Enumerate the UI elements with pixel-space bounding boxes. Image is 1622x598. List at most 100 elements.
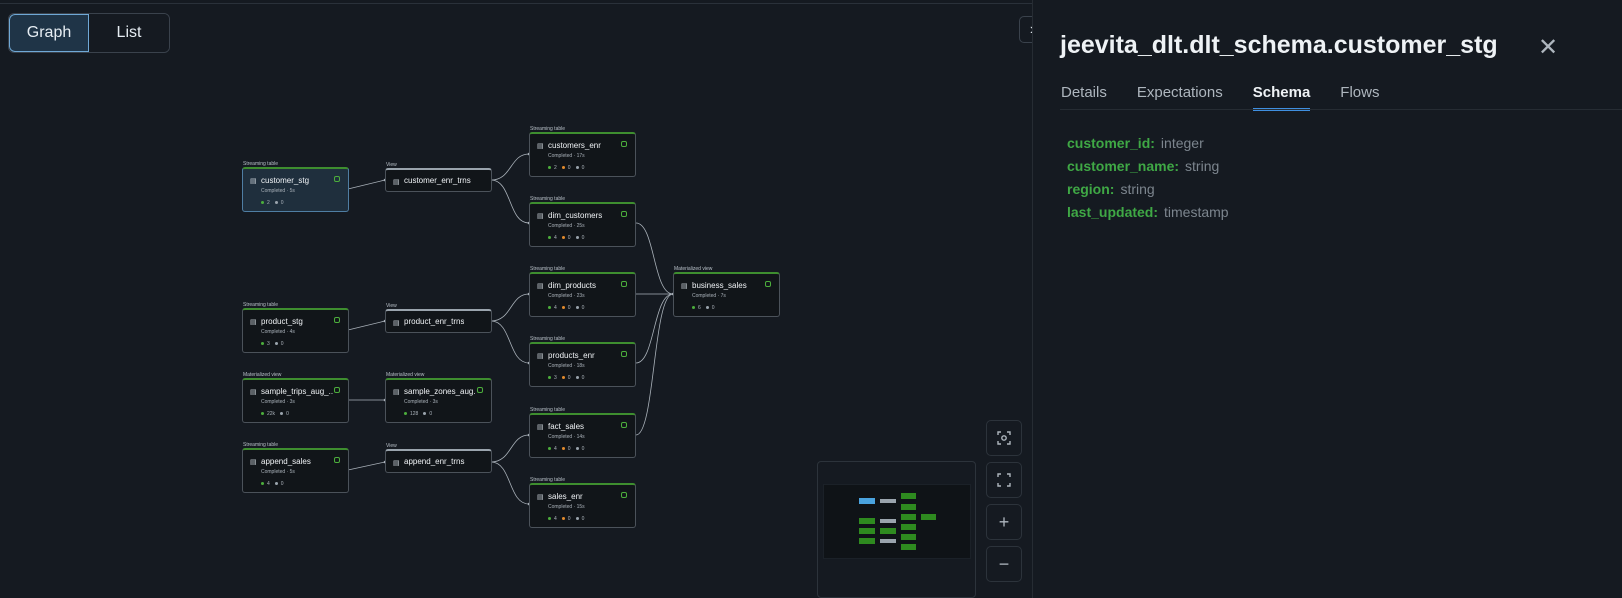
stat-dot-icon: [575, 517, 579, 521]
stat-dot-icon: [548, 376, 551, 380]
node-stat: 128: [404, 411, 418, 417]
graph-node-product_enr_trns[interactable]: View ▤ product_enr_trns: [385, 303, 492, 333]
status-check-icon: [765, 281, 771, 287]
node-stat: 0: [280, 411, 289, 417]
graph-node-customer_enr_trns[interactable]: View ▤ customer_enr_trns: [385, 162, 492, 192]
node-stat: 0: [561, 446, 571, 452]
edge: [635, 222, 674, 295]
status-check-icon: [621, 141, 627, 147]
tab-expectations[interactable]: Expectations: [1137, 84, 1223, 111]
status-check-icon: [477, 387, 483, 393]
stat-dot-icon: [261, 482, 264, 486]
graph-view-button[interactable]: Graph: [9, 14, 89, 52]
edge: [490, 434, 530, 463]
node-stat: 0: [423, 411, 432, 417]
edge: [347, 179, 386, 190]
node-status: Completed · 3s: [404, 399, 438, 405]
stat-dot-icon: [575, 447, 579, 451]
stat-value: 0: [429, 411, 433, 417]
node-name: customer_stg: [261, 176, 310, 185]
stat-value: 0: [567, 516, 571, 522]
close-panel-button[interactable]: ✕: [1538, 33, 1558, 62]
node-name: business_sales: [692, 281, 747, 290]
graph-node-dim_products[interactable]: Streaming table ▤ dim_products Completed · …: [529, 266, 636, 317]
stat-dot-icon: [692, 306, 695, 310]
table-icon: ▤: [393, 389, 400, 396]
node-stat: 0: [274, 200, 284, 206]
fit-view-icon: [997, 473, 1011, 487]
table-icon: ▤: [537, 494, 544, 501]
list-view-button[interactable]: List: [89, 14, 169, 52]
status-check-icon: [621, 281, 627, 287]
node-stat: 0: [561, 516, 571, 522]
node-name: customers_enr: [548, 141, 601, 150]
tab-flows[interactable]: Flows: [1340, 84, 1379, 111]
edge: [490, 179, 530, 224]
stat-value: 0: [711, 305, 715, 311]
fit-view-button[interactable]: [986, 462, 1022, 498]
edge: [490, 461, 530, 505]
edge: [490, 320, 530, 364]
stat-value: 4: [554, 516, 557, 522]
graph-node-fact_sales[interactable]: Streaming table ▤ fact_sales Completed · 14…: [529, 407, 636, 458]
stat-value: 3: [267, 341, 270, 347]
stat-dot-icon: [705, 306, 709, 310]
edge: [347, 320, 386, 331]
tab-schema[interactable]: Schema: [1252, 84, 1311, 111]
status-check-icon: [621, 422, 627, 428]
stat-value: 0: [280, 341, 284, 347]
node-type-label: Streaming table: [530, 407, 566, 413]
stat-value: 4: [554, 446, 557, 452]
graph-node-sales_enr[interactable]: Streaming table ▤ sales_enr Completed · 15s…: [529, 477, 636, 528]
zoom-in-button[interactable]: +: [986, 504, 1022, 540]
minimap[interactable]: [817, 461, 976, 598]
node-name: product_stg: [261, 317, 303, 326]
graph-node-products_enr[interactable]: Streaming table ▤ products_enr Completed · …: [529, 336, 636, 387]
graph-node-dim_customers[interactable]: Streaming table ▤ dim_customers Completed ·…: [529, 196, 636, 247]
stat-value: 0: [286, 411, 289, 417]
node-stats: 60: [692, 305, 715, 311]
status-check-icon: [334, 387, 340, 393]
zoom-out-button[interactable]: −: [986, 546, 1022, 582]
graph-node-append_enr_trns[interactable]: View ▤ append_enr_trns: [385, 443, 492, 473]
node-type-label: Streaming table: [530, 196, 566, 202]
table-icon: ▤: [250, 459, 257, 466]
focus-icon: [997, 431, 1011, 445]
stat-dot-icon: [561, 306, 565, 310]
status-check-icon: [621, 211, 627, 217]
stat-dot-icon: [261, 412, 264, 416]
status-check-icon: [334, 317, 340, 323]
node-stat: 4: [261, 481, 270, 487]
focus-selection-button[interactable]: [986, 420, 1022, 456]
node-name: dim_customers: [548, 211, 603, 220]
column-name: region:: [1067, 181, 1115, 197]
graph-node-customers_enr[interactable]: Streaming table ▤ customers_enr Completed ·…: [529, 126, 636, 177]
node-name: append_sales: [261, 457, 311, 466]
node-stat: 4: [548, 235, 557, 241]
table-icon: ▤: [537, 213, 544, 220]
graph-node-sample_zones_aug[interactable]: Materialized view ▤ sample_zones_aug... Com…: [385, 372, 492, 423]
stat-value: 0: [280, 200, 284, 206]
stat-value: 4: [267, 481, 270, 487]
graph-node-product_stg[interactable]: Streaming table ▤ product_stg Completed · 4…: [242, 302, 349, 353]
stat-value: 0: [581, 165, 585, 171]
graph-node-business_sales[interactable]: Materialized view ▤ business_sales Complete…: [673, 266, 780, 317]
stat-dot-icon: [548, 166, 551, 170]
stat-dot-icon: [280, 412, 284, 416]
graph-node-sample_trips_aug[interactable]: Materialized view ▤ sample_trips_aug_... Co…: [242, 372, 349, 423]
node-stat: 3: [261, 341, 270, 347]
table-icon: ▤: [393, 179, 400, 186]
tab-details[interactable]: Details: [1061, 84, 1107, 111]
graph-node-customer_stg[interactable]: Streaming table ▤ customer_stg Completed · …: [242, 161, 349, 212]
node-stat: 2: [261, 200, 270, 206]
node-type-label: Streaming table: [243, 302, 279, 308]
node-type-label: Materialized view: [386, 372, 425, 378]
graph-node-append_sales[interactable]: Streaming table ▤ append_sales Completed · …: [242, 442, 349, 493]
status-check-icon: [334, 457, 340, 463]
stat-dot-icon: [575, 376, 579, 380]
stat-value: 0: [567, 446, 571, 452]
stat-dot-icon: [548, 236, 551, 240]
node-stat: 0: [575, 235, 584, 241]
table-icon: ▤: [393, 460, 400, 467]
node-type-label: Streaming table: [530, 126, 566, 132]
